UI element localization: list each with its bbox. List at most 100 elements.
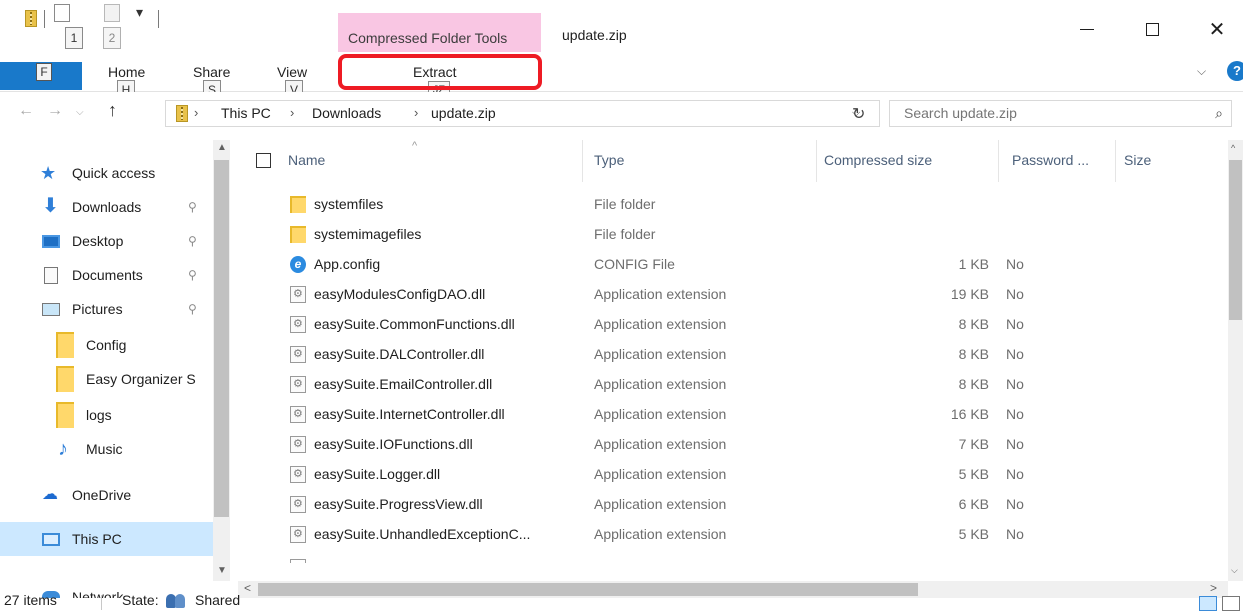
customize-qat-chevron-icon[interactable]: ▾: [136, 4, 143, 21]
file-size: 6 KB: [958, 496, 989, 512]
minimize-button[interactable]: [1064, 14, 1110, 44]
column-divider[interactable]: [998, 140, 999, 182]
file-type: Application extension: [594, 346, 727, 362]
sidebar-item-easy-organizer[interactable]: Easy Organizer S: [0, 362, 215, 396]
table-row[interactable]: systemimagefiles File folder: [238, 220, 1228, 250]
contextual-tab-label: Compressed Folder Tools: [348, 30, 508, 46]
table-row[interactable]: easySuite.Logger.dll Application extensi…: [238, 460, 1228, 490]
file-name: easySuite.IOFunctions.dll: [314, 436, 473, 452]
recent-locations-chevron-icon[interactable]: ⌵: [76, 107, 84, 118]
column-divider[interactable]: [816, 140, 817, 182]
shared-users-icon: [166, 594, 188, 608]
pin-icon[interactable]: ⚲: [188, 200, 197, 214]
search-input[interactable]: [904, 105, 1184, 121]
pin-icon[interactable]: ⚲: [188, 302, 197, 316]
properties-icon[interactable]: [54, 4, 70, 22]
breadcrumb-separator[interactable]: ›: [290, 105, 294, 120]
table-row[interactable]: easySuite.InternetController.dll Applica…: [238, 400, 1228, 430]
sidebar-item-config[interactable]: Config: [0, 328, 215, 362]
file-size: 8 KB: [958, 346, 989, 362]
sidebar-item-music[interactable]: ♪ Music: [0, 432, 215, 466]
column-divider[interactable]: [1115, 140, 1116, 182]
forward-button[interactable]: →: [47, 102, 63, 120]
expand-ribbon-chevron-icon[interactable]: ⌵: [1197, 64, 1206, 79]
table-row[interactable]: easySuite.IOFunctions.dll Application ex…: [238, 430, 1228, 460]
file-size: 8 KB: [958, 376, 989, 392]
search-box[interactable]: ⌕: [889, 100, 1232, 127]
minimize-icon: [1080, 28, 1094, 30]
sidebar-item-this-pc[interactable]: This PC: [0, 522, 215, 556]
scroll-down-arrow-icon[interactable]: ⌵: [1231, 565, 1238, 576]
file-size: 16 KB: [950, 406, 989, 422]
sidebar-item-quick-access[interactable]: ★ Quick access: [0, 156, 215, 190]
back-button[interactable]: ←: [18, 102, 34, 120]
sidebar-item-desktop[interactable]: Desktop ⚲: [0, 224, 215, 258]
pin-icon[interactable]: ⚲: [188, 234, 197, 248]
table-row[interactable]: easyModulesConfigDAO.dll Application ext…: [238, 280, 1228, 310]
file-list-horizontal-scroll-thumb[interactable]: [258, 583, 918, 596]
new-folder-icon[interactable]: [104, 4, 120, 22]
sidebar-item-documents[interactable]: Documents ⚲: [0, 258, 215, 292]
breadcrumb-separator[interactable]: ›: [414, 105, 418, 120]
search-icon[interactable]: ⌕: [1215, 105, 1223, 122]
desktop-icon: [42, 234, 60, 248]
keytip-1: 1: [65, 27, 83, 49]
table-row[interactable]: e App.config CONFIG File 1 KB No: [238, 250, 1228, 280]
title-bar: 1 2 ▾ Compressed Folder Tools update.zip…: [0, 0, 1243, 53]
table-row[interactable]: systemfiles File folder: [238, 190, 1228, 220]
table-row[interactable]: easySuite.ProgressView.dll Application e…: [238, 490, 1228, 520]
sidebar-item-logs[interactable]: logs: [0, 398, 215, 432]
sidebar-item-onedrive[interactable]: ☁ OneDrive: [0, 478, 215, 512]
state-label: State:: [122, 592, 159, 608]
address-bar[interactable]: › This PC › Downloads › update.zip ⌵: [165, 100, 880, 127]
file-name: App.config: [314, 256, 381, 272]
column-header-password[interactable]: Password ...: [1012, 152, 1089, 168]
shared-state: Shared: [195, 592, 241, 608]
scroll-right-arrow-icon[interactable]: >: [1210, 581, 1217, 595]
help-icon[interactable]: ?: [1227, 61, 1243, 81]
sidebar-scroll-thumb[interactable]: [214, 160, 229, 517]
breadcrumb-separator[interactable]: ›: [194, 105, 198, 120]
tab-home[interactable]: Home: [108, 64, 145, 80]
breadcrumb-update-zip[interactable]: update.zip: [431, 105, 496, 121]
column-divider[interactable]: [582, 140, 583, 182]
table-row[interactable]: easySuite.DALController.dll Application …: [238, 340, 1228, 370]
scroll-down-arrow-icon[interactable]: ▼: [217, 565, 227, 576]
column-header-type[interactable]: Type: [594, 152, 624, 168]
sidebar-item-label: logs: [86, 407, 112, 423]
column-header-size[interactable]: Size: [1124, 152, 1151, 168]
file-type: Application extension: [594, 526, 727, 542]
dll-icon: [290, 559, 306, 563]
table-row[interactable]: easySuite.EmailController.dll Applicatio…: [238, 370, 1228, 400]
maximize-button[interactable]: [1129, 14, 1175, 44]
dll-icon: [290, 286, 306, 303]
scroll-left-arrow-icon[interactable]: <: [244, 581, 251, 595]
sidebar-item-downloads[interactable]: ⬇ Downloads ⚲: [0, 190, 215, 224]
breadcrumb-downloads[interactable]: Downloads: [312, 105, 381, 121]
refresh-button[interactable]: ↻: [852, 104, 865, 124]
file-name: easyModulesConfigDAO.dll: [314, 286, 486, 302]
scroll-up-arrow-icon[interactable]: ^: [1231, 143, 1235, 153]
file-type: Application extension: [594, 316, 727, 332]
large-icons-view-button[interactable]: [1222, 596, 1240, 611]
extract-highlight-annotation: [338, 54, 542, 90]
column-header-compressed-size[interactable]: Compressed size: [824, 152, 932, 168]
sidebar-item-label: OneDrive: [72, 487, 132, 503]
up-button[interactable]: ↑: [108, 100, 117, 121]
navigation-bar: ← → ⌵ ↑ › This PC › Downloads › update.z…: [0, 92, 1243, 134]
sidebar-item-label: Downloads: [72, 199, 142, 215]
pin-icon[interactable]: ⚲: [188, 268, 197, 282]
table-row[interactable]: easySuite.CommonFunctions.dll Applicatio…: [238, 310, 1228, 340]
tab-view[interactable]: View: [277, 64, 307, 80]
tab-share[interactable]: Share: [193, 64, 230, 80]
breadcrumb-this-pc[interactable]: This PC: [221, 105, 271, 121]
select-all-checkbox[interactable]: [256, 153, 271, 168]
close-button[interactable]: ✕: [1194, 14, 1240, 44]
scroll-up-arrow-icon[interactable]: ▲: [217, 142, 227, 153]
details-view-button[interactable]: [1199, 596, 1217, 611]
sidebar-item-pictures[interactable]: Pictures ⚲: [0, 292, 215, 326]
column-header-name[interactable]: Name: [288, 152, 325, 168]
sidebar-item-label: Config: [86, 337, 127, 353]
file-list-vertical-scroll-thumb[interactable]: [1229, 160, 1242, 320]
table-row[interactable]: easySuite.UnhandledExceptionC... Applica…: [238, 520, 1228, 550]
